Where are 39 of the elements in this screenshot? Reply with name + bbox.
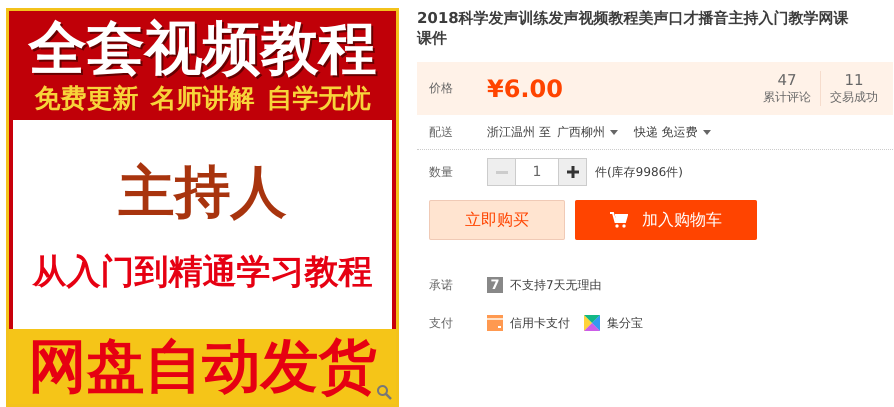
plus-icon <box>566 166 578 178</box>
product-title: 2018科学发声训练发声视频教程美声口才播音主持入门教学网课课件 <box>417 8 850 48</box>
card-icon <box>487 315 503 331</box>
quantity-stepper[interactable]: 1 <box>487 158 587 186</box>
caret-icon <box>610 130 618 134</box>
shipping-dropdown[interactable]: 快递 免运费 <box>634 124 698 140</box>
delivery-origin: 浙江温州 至 <box>487 124 551 140</box>
banner-feature: 免费更新 <box>34 82 138 116</box>
payment-label: 支付 <box>429 314 454 332</box>
promise-label: 承诺 <box>429 276 454 294</box>
cart-icon <box>610 212 628 228</box>
quantity-field[interactable]: 1 <box>515 159 559 185</box>
stat-count: 47 <box>777 71 797 89</box>
banner-subject: 主持人 <box>118 158 286 227</box>
price-value: ¥6.00 <box>487 74 564 102</box>
price-label: 价格 <box>429 80 454 97</box>
quantity-label: 数量 <box>429 164 454 180</box>
promise-text: 不支持7天无理由 <box>510 276 602 294</box>
colorful-triangle-icon <box>584 315 600 331</box>
banner-feature: 名师讲解 <box>150 82 254 116</box>
stock-text: 件(库存9986件) <box>595 164 683 180</box>
delivery-label: 配送 <box>429 124 454 140</box>
seven-day-badge: 7 <box>487 277 503 293</box>
banner-tagline: 从入门到精通学习教程 <box>32 250 372 294</box>
payment-method: 集分宝 <box>607 314 643 332</box>
magnifier-icon[interactable] <box>376 384 392 400</box>
destination-dropdown[interactable]: 广西柳州 <box>556 124 605 140</box>
banner-headline: 全套视频教程 <box>28 17 376 81</box>
caret-icon <box>702 130 711 134</box>
minus-icon <box>496 170 508 174</box>
banner-feature: 自学无忧 <box>266 82 370 116</box>
banner-footer: 网盘自动发货 <box>28 333 376 400</box>
payment-method: 信用卡支付 <box>510 314 570 332</box>
decrease-button[interactable] <box>488 159 515 185</box>
add-to-cart-button[interactable]: 加入购物车 <box>575 200 757 240</box>
stat-count: 11 <box>844 71 864 89</box>
increase-button[interactable] <box>559 159 586 185</box>
stat-label: 交易成功 <box>830 89 878 106</box>
stat-label: 累计评论 <box>763 89 811 106</box>
